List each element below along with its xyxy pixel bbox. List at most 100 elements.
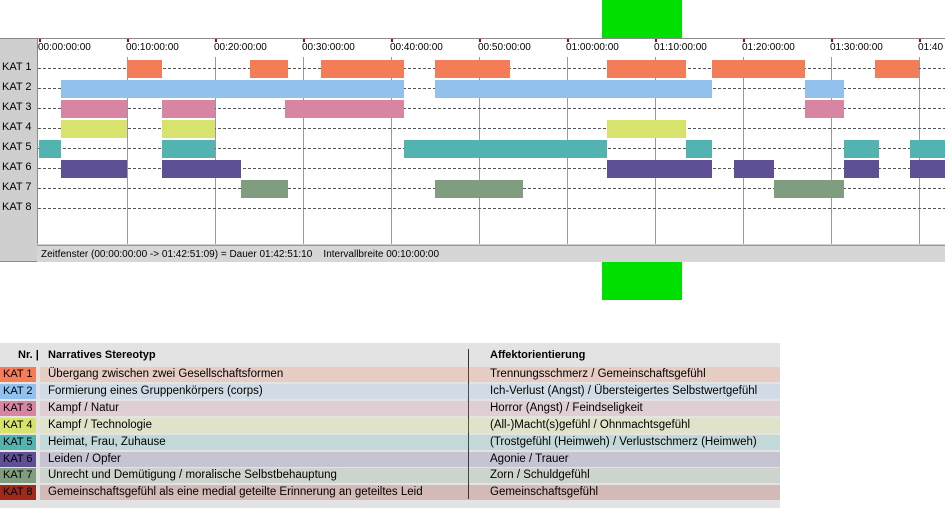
legend-affekt-text: (All-)Macht(s)gefühl / Ohnmachtsgefühl — [490, 418, 691, 431]
timeline-segment[interactable] — [804, 80, 845, 98]
ruler-tick-label: 01:20:00:00 — [742, 42, 795, 53]
ruler-tick-mark — [743, 39, 745, 42]
legend-stereotyp-text: Kampf / Technologie — [48, 418, 152, 431]
legend-affekt-text: Agonie / Trauer — [490, 452, 569, 465]
legend-row — [40, 400, 780, 416]
category-label: KAT 8 — [2, 201, 32, 213]
legend-header-nr: Nr. | — [18, 349, 39, 361]
ruler-tick-label: 00:40:00:00 — [390, 42, 443, 53]
category-label: KAT 6 — [2, 161, 32, 173]
timeline-segment[interactable] — [910, 160, 945, 178]
legend-category-badge: KAT 4 — [0, 417, 36, 433]
ruler-tick-label: 00:20:00:00 — [214, 42, 267, 53]
ruler-tick-mark — [215, 39, 217, 42]
ruler-tick-label: 00:30:00:00 — [302, 42, 355, 53]
timeline-segment[interactable] — [734, 160, 774, 178]
timeline-segment[interactable] — [162, 100, 215, 118]
legend-table: Nr. | Narratives Stereotyp Affektorienti… — [0, 343, 780, 508]
legend-affekt-text: Trennungsschmerz / Gemeinschaftsgefühl — [490, 368, 706, 380]
timeline-segment[interactable] — [285, 100, 405, 118]
legend-category-badge: KAT 5 — [0, 434, 36, 450]
category-label: KAT 5 — [2, 141, 32, 153]
timeline-segment[interactable] — [435, 80, 713, 98]
timeline-segment[interactable] — [844, 140, 880, 158]
ruler-tick-mark — [567, 39, 569, 42]
timeline-segment[interactable] — [435, 60, 510, 78]
timeline-segment[interactable] — [250, 60, 289, 78]
legend-header-stereotyp: Narratives Stereotyp — [48, 349, 156, 361]
legend-stereotyp-text: Formierung eines Gruppenkörpers (corps) — [48, 384, 263, 397]
ruler-tick-mark — [39, 39, 41, 42]
legend-category-badge: KAT 6 — [0, 451, 36, 467]
legend-affekt-text: Ich-Verlust (Angst) / Übersteigertes Sel… — [490, 384, 758, 397]
timeline-segment[interactable] — [404, 140, 607, 158]
ruler-tick-label: 01:30:00:00 — [830, 42, 883, 53]
row-dashed-line — [38, 208, 945, 209]
timeline-segment[interactable] — [685, 140, 713, 158]
legend-category-badge: KAT 8 — [0, 485, 36, 501]
timeline-segment[interactable] — [241, 180, 289, 198]
status-bar: Zeitfenster (00:00:00:00 -> 01:42:51:09)… — [37, 245, 945, 262]
timeline-segment[interactable] — [162, 120, 215, 138]
ruler-tick-label: 00:50:00:00 — [478, 42, 531, 53]
category-label: KAT 7 — [2, 181, 32, 193]
legend-category-badge: KAT 1 — [0, 367, 36, 382]
legend-category-badge: KAT 7 — [0, 468, 36, 484]
ruler-tick-mark — [479, 39, 481, 42]
ruler-tick-label: 01:00:00:00 — [566, 42, 619, 53]
legend-affekt-text: (Trostgefühl (Heimweh) / Verlustschmerz … — [490, 435, 757, 448]
ruler-tick-label: 00:00:00:00 — [38, 42, 91, 53]
timeline-segment[interactable] — [39, 140, 61, 158]
ruler-tick-label: 01:10:00:00 — [654, 42, 707, 53]
timeline-panel: KAT 1 KAT 2 KAT 3 KAT 4 KAT 5 KAT 6 KAT 7 KAT 8… — [0, 38, 945, 262]
timeline-segment[interactable] — [773, 180, 845, 198]
grid-vertical-line — [743, 57, 744, 244]
category-label: KAT 1 — [2, 61, 32, 73]
legend-row — [40, 451, 780, 467]
timeline-segment[interactable] — [435, 180, 523, 198]
timeline-segment[interactable] — [712, 60, 805, 78]
timeline-segment[interactable] — [606, 160, 713, 178]
category-label: KAT 4 — [2, 121, 32, 133]
timeline-segment[interactable] — [875, 60, 919, 78]
timeline-segment[interactable] — [910, 140, 945, 158]
legend-stereotyp-text: Heimat, Frau, Zuhause — [48, 435, 166, 448]
timeline-segment[interactable] — [162, 140, 215, 158]
category-label: KAT 2 — [2, 81, 32, 93]
timeline-segment[interactable] — [320, 60, 405, 78]
timeline-segment[interactable] — [61, 120, 127, 138]
timeline-segment[interactable] — [61, 160, 127, 178]
legend-stereotyp-text: Unrecht und Demütigung / moralische Selb… — [48, 469, 337, 482]
ruler-tick-mark — [919, 39, 921, 42]
timeline-segment[interactable] — [844, 160, 880, 178]
ruler-tick-mark — [127, 39, 129, 42]
category-label: KAT 3 — [2, 101, 32, 113]
ruler-tick-label: 00:10:00:00 — [126, 42, 179, 53]
legend-affekt-text: Horror (Angst) / Feindseligkeit — [490, 401, 643, 414]
timeline-segment[interactable] — [127, 60, 163, 78]
ruler-tick-mark — [831, 39, 833, 42]
timeline-plot[interactable]: 00:00:00:00 00:10:00:00 00:20:00:00 00:30:0… — [37, 39, 945, 244]
legend-stereotyp-text: Kampf / Natur — [48, 401, 119, 414]
ruler-tick-label: 01:40 — [918, 42, 944, 53]
legend-affekt-text: Zorn / Schuldgefühl — [490, 469, 590, 482]
timeline-segment[interactable] — [162, 160, 242, 178]
legend-stereotyp-text: Übergang zwischen zwei Gesellschaftsform… — [48, 368, 284, 380]
timeline-segment[interactable] — [606, 60, 686, 78]
time-ruler[interactable]: 00:00:00:00 00:10:00:00 00:20:00:00 00:30:0… — [38, 39, 945, 57]
green-marker-top — [602, 0, 682, 38]
legend-stereotyp-text: Gemeinschaftsgefühl als eine medial gete… — [48, 486, 423, 499]
legend-header-affekt: Affektorientierung — [490, 349, 586, 361]
ruler-tick-mark — [303, 39, 305, 42]
legend-affekt-text: Gemeinschaftsgefühl — [490, 486, 599, 499]
ruler-tick-mark — [391, 39, 393, 42]
timeline-segment[interactable] — [61, 100, 127, 118]
ruler-tick-mark — [655, 39, 657, 42]
timeline-segment[interactable] — [804, 100, 845, 118]
timeline-segment[interactable] — [606, 120, 686, 138]
green-marker-bottom — [602, 262, 682, 300]
legend-category-badge: KAT 3 — [0, 400, 36, 416]
legend-stereotyp-text: Leiden / Opfer — [48, 452, 121, 465]
legend-category-badge: KAT 2 — [0, 383, 36, 399]
timeline-segment[interactable] — [61, 80, 405, 98]
